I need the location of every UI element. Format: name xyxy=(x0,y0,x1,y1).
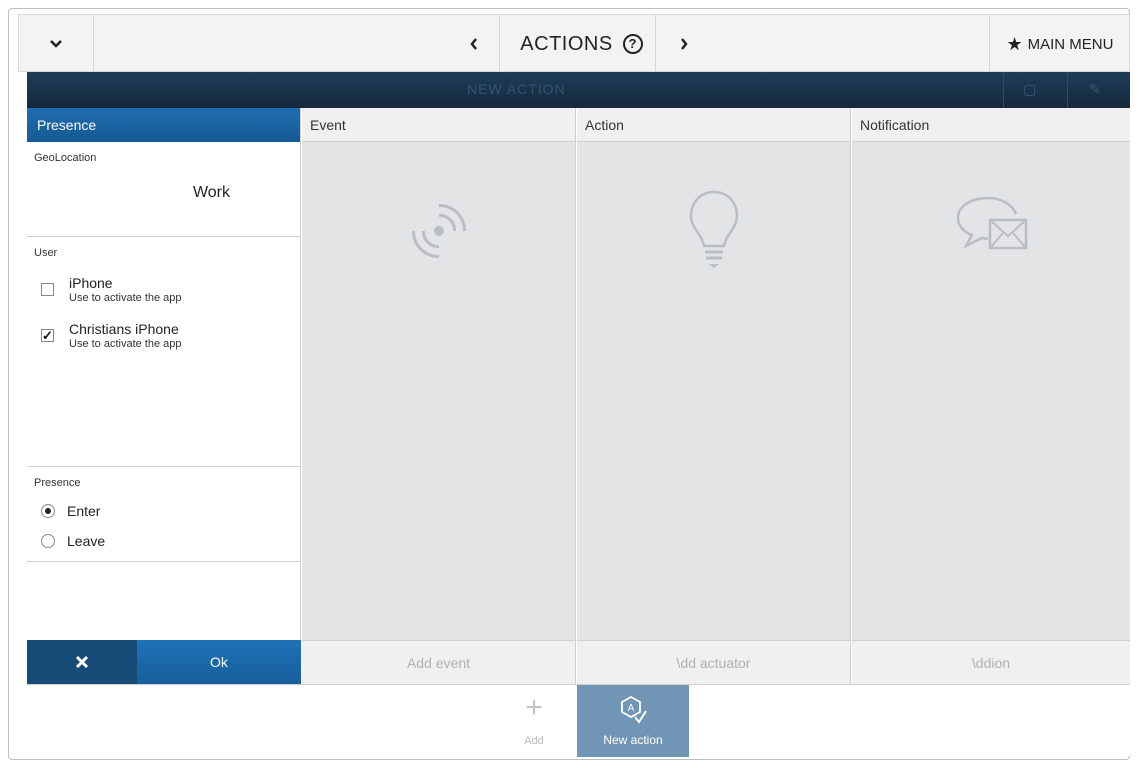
new-action-label: New action xyxy=(603,733,663,747)
user-option-name: Christians iPhone xyxy=(69,321,179,337)
action-column: Action \dd actuator xyxy=(577,108,851,684)
presence-panel: Presence GeoLocation Work User iPhone Us… xyxy=(27,108,301,684)
chevron-left-icon xyxy=(470,38,477,50)
checkbox[interactable] xyxy=(41,283,54,296)
action-title: NEW ACTION xyxy=(467,81,566,97)
main-menu-label: MAIN MENU xyxy=(1027,35,1114,53)
user-option-subtitle: Use to activate the app xyxy=(69,338,182,350)
presence-section: Presence Enter Leave xyxy=(27,467,300,562)
chevron-down-icon xyxy=(50,40,62,48)
presence-panel-footer: Ok xyxy=(27,640,301,684)
action-title-bar: NEW ACTION ▢ ✎ xyxy=(27,72,1130,108)
notification-column-header: Notification xyxy=(852,108,1130,142)
cancel-button[interactable] xyxy=(27,640,137,684)
user-option-name: iPhone xyxy=(69,275,113,291)
trash-icon[interactable]: ▢ xyxy=(1023,81,1036,98)
geolocation-value[interactable]: Work xyxy=(193,184,230,202)
wrench-icon[interactable]: ✎ xyxy=(1089,81,1101,98)
divider xyxy=(93,15,94,73)
divider xyxy=(655,15,656,73)
previous-button[interactable] xyxy=(449,15,499,73)
user-option-christians-iphone[interactable]: ✓ Christians iPhone Use to activate the … xyxy=(41,315,300,361)
new-action-icon: A xyxy=(577,695,689,725)
geolocation-section[interactable]: GeoLocation Work xyxy=(27,142,300,237)
checkbox-checked[interactable]: ✓ xyxy=(41,329,54,342)
bottom-toolbar: + Add A New action xyxy=(27,684,1130,757)
presence-panel-header: Presence xyxy=(27,108,300,142)
divider xyxy=(1003,72,1004,108)
divider xyxy=(499,15,500,73)
page-title: ACTIONS ? xyxy=(509,15,654,73)
next-button[interactable] xyxy=(659,15,709,73)
star-icon: ★ xyxy=(1006,33,1023,54)
menu-toggle-button[interactable] xyxy=(19,15,93,73)
radio-label: Enter xyxy=(67,503,101,519)
radio-label: Leave xyxy=(67,533,106,549)
user-option-iphone[interactable]: iPhone Use to activate the app xyxy=(41,269,300,315)
help-icon[interactable]: ? xyxy=(622,34,643,54)
add-button[interactable]: + Add xyxy=(491,685,577,757)
notification-column: Notification \ddion xyxy=(852,108,1130,684)
user-label: User xyxy=(34,247,58,259)
user-option-subtitle: Use to activate the app xyxy=(69,292,182,304)
radio[interactable] xyxy=(41,534,55,548)
radio-selected[interactable] xyxy=(41,504,55,518)
geolocation-label: GeoLocation xyxy=(34,152,97,164)
message-envelope-icon xyxy=(946,186,1036,271)
close-icon xyxy=(75,655,89,669)
add-actuator-button[interactable]: \dd actuator xyxy=(577,640,850,684)
chevron-right-icon xyxy=(681,38,688,50)
main-menu-button[interactable]: ★ MAIN MENU xyxy=(989,15,1131,73)
new-action-button[interactable]: A New action xyxy=(577,685,689,757)
divider xyxy=(1067,72,1068,108)
lightbulb-icon xyxy=(684,186,744,281)
user-section: User iPhone Use to activate the app ✓ Ch… xyxy=(27,237,300,467)
signal-icon xyxy=(394,186,484,281)
event-column: Event Add event xyxy=(302,108,576,684)
presence-label: Presence xyxy=(34,477,81,489)
event-column-header: Event xyxy=(302,108,575,142)
add-label: Add xyxy=(524,735,544,747)
presence-option-leave[interactable]: Leave xyxy=(41,527,300,557)
top-navigation-bar: ACTIONS ? ★ MAIN MENU xyxy=(18,14,1131,73)
add-notification-button[interactable]: \ddion xyxy=(852,640,1130,684)
add-event-button[interactable]: Add event xyxy=(302,640,575,684)
svg-text:A: A xyxy=(628,703,635,714)
ok-button[interactable]: Ok xyxy=(137,640,301,684)
action-column-header: Action xyxy=(577,108,850,142)
page-title-text: ACTIONS xyxy=(520,32,613,55)
presence-option-enter[interactable]: Enter xyxy=(41,497,300,527)
plus-icon: + xyxy=(525,691,543,724)
